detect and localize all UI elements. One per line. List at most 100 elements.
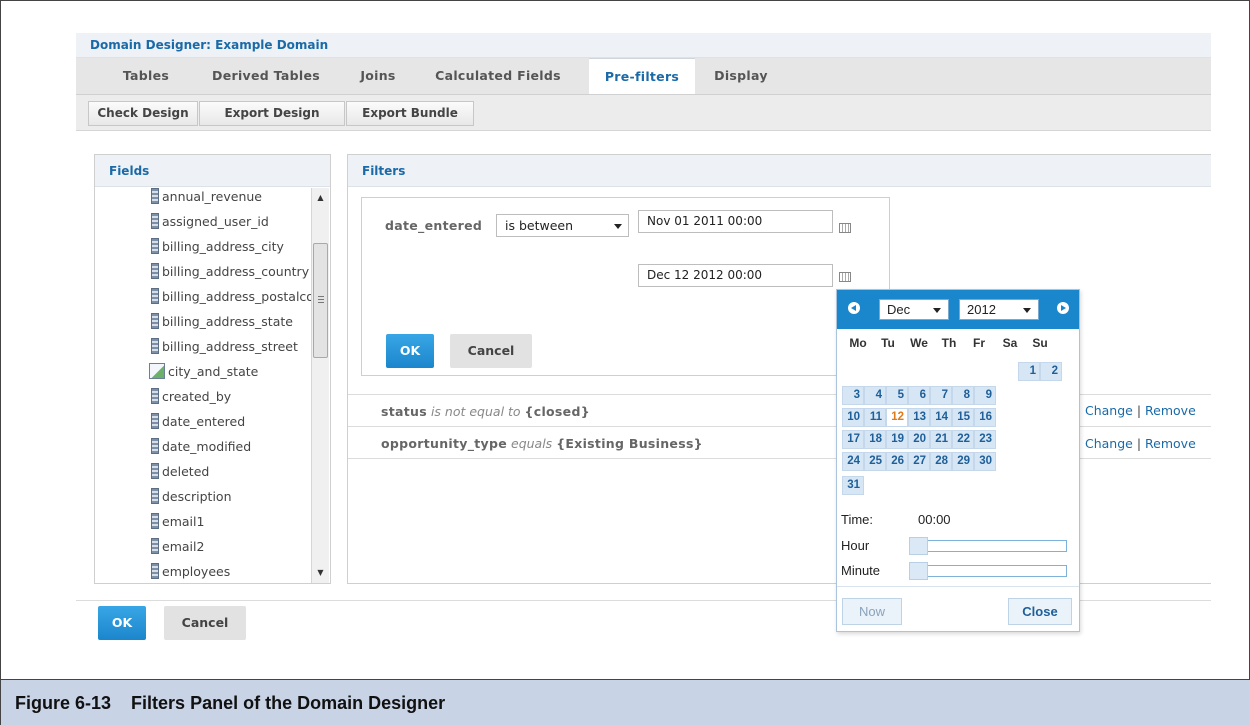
field-icon	[151, 438, 159, 454]
weekday-label: Sa	[1002, 336, 1018, 350]
hour-slider[interactable]	[909, 537, 1067, 555]
calendar-day[interactable]: 18	[864, 430, 886, 449]
calendar-day[interactable]: 4	[864, 386, 886, 405]
calendar-day[interactable]: 10	[842, 408, 864, 427]
end-date-input[interactable]: Dec 12 2012 00:00	[638, 264, 833, 287]
calendar-day[interactable]: 24	[842, 452, 864, 471]
fields-panel-header: Fields	[95, 155, 330, 187]
start-date-input[interactable]: Nov 01 2011 00:00	[638, 210, 833, 233]
calendar-day[interactable]: 31	[842, 476, 864, 495]
field-item[interactable]: billing_address_postalcode	[151, 285, 313, 309]
calendar-day[interactable]: 13	[908, 408, 930, 427]
calendar-header: Dec 2012	[837, 290, 1079, 329]
tab-pre-filters[interactable]: Pre-filters	[589, 58, 695, 94]
figure-number: Figure 6-13	[15, 693, 112, 713]
change-link[interactable]: Change	[1085, 403, 1133, 418]
month-select[interactable]: Dec	[879, 299, 949, 320]
calendar-icon[interactable]	[839, 223, 851, 233]
calendar-day[interactable]: 7	[930, 386, 952, 405]
field-item[interactable]: employees	[151, 560, 313, 583]
tab-joins[interactable]: Joins	[352, 58, 404, 94]
field-item[interactable]: billing_address_street	[151, 335, 313, 359]
next-month-icon[interactable]	[1057, 302, 1069, 314]
tab-display[interactable]: Display	[706, 58, 776, 94]
calendar-day[interactable]: 6	[908, 386, 930, 405]
field-item[interactable]: annual_revenue	[151, 188, 313, 209]
filter-ok-button[interactable]: OK	[386, 334, 434, 368]
remove-link[interactable]: Remove	[1145, 436, 1196, 451]
calendar-day[interactable]: 25	[864, 452, 886, 471]
minute-slider-handle[interactable]	[909, 562, 928, 580]
field-item[interactable]: date_modified	[151, 435, 313, 459]
calendar-day[interactable]: 2	[1040, 362, 1062, 381]
field-item[interactable]: billing_address_city	[151, 235, 313, 259]
filter-cancel-button[interactable]: Cancel	[450, 334, 532, 368]
tab-tables[interactable]: Tables	[106, 58, 186, 94]
chevron-down-icon	[933, 308, 941, 313]
field-item[interactable]: billing_address_country	[151, 260, 313, 284]
calendar-day[interactable]: 17	[842, 430, 864, 449]
scroll-up-arrow-icon[interactable]: ▲	[312, 190, 329, 206]
field-item[interactable]: email1	[151, 510, 313, 534]
field-icon	[151, 263, 159, 279]
calendar-day[interactable]: 26	[886, 452, 908, 471]
field-icon	[151, 313, 159, 329]
dialog-cancel-button[interactable]: Cancel	[164, 606, 246, 640]
change-link[interactable]: Change	[1085, 436, 1133, 451]
field-list-scrollbar[interactable]: ▲ ▼	[311, 188, 329, 583]
weekday-label: Th	[941, 336, 957, 350]
tab-calculated-fields[interactable]: Calculated Fields	[428, 58, 568, 94]
calendar-day[interactable]: 5	[886, 386, 908, 405]
calendar-day[interactable]: 20	[908, 430, 930, 449]
calendar-day[interactable]: 9	[974, 386, 996, 405]
year-select[interactable]: 2012	[959, 299, 1039, 320]
calendar-day[interactable]: 1	[1018, 362, 1040, 381]
scroll-down-arrow-icon[interactable]: ▼	[312, 565, 329, 581]
month-select-value: Dec	[887, 302, 911, 317]
operator-select[interactable]: is between	[496, 214, 629, 237]
field-item[interactable]: deleted	[151, 460, 313, 484]
filter-row-field: opportunity_type	[381, 436, 508, 451]
calendar-day[interactable]: 16	[974, 408, 996, 427]
now-button[interactable]: Now	[842, 598, 902, 625]
field-item[interactable]: created_by	[151, 385, 313, 409]
export-design-button[interactable]: Export Design	[199, 101, 345, 126]
calendar-icon[interactable]	[839, 272, 851, 282]
close-button[interactable]: Close	[1008, 598, 1072, 625]
fields-panel: Fields annual_revenue assigned_user_id b…	[94, 154, 331, 584]
field-icon	[151, 413, 159, 429]
export-bundle-button[interactable]: Export Bundle	[346, 101, 474, 126]
remove-link[interactable]: Remove	[1145, 403, 1196, 418]
calendar-day[interactable]: 3	[842, 386, 864, 405]
calendar-day[interactable]: 14	[930, 408, 952, 427]
field-item[interactable]: assigned_user_id	[151, 210, 313, 234]
scroll-thumb[interactable]	[313, 243, 328, 358]
calendar-day[interactable]: 8	[952, 386, 974, 405]
field-icon	[151, 513, 159, 529]
field-icon	[151, 188, 159, 204]
hour-slider-handle[interactable]	[909, 537, 928, 555]
dialog-ok-button[interactable]: OK	[98, 606, 146, 640]
calendar-day[interactable]: 11	[864, 408, 886, 427]
field-item[interactable]: date_entered	[151, 410, 313, 434]
calendar-day[interactable]: 29	[952, 452, 974, 471]
field-item[interactable]: description	[151, 485, 313, 509]
minute-slider[interactable]	[909, 562, 1067, 580]
calendar-day-selected[interactable]: 12	[886, 408, 908, 427]
calendar-day[interactable]: 23	[974, 430, 996, 449]
field-item[interactable]: billing_address_state	[151, 310, 313, 334]
calendar-day[interactable]: 30	[974, 452, 996, 471]
field-item[interactable]: email2	[151, 535, 313, 559]
calendar-day[interactable]: 15	[952, 408, 974, 427]
prev-month-icon[interactable]	[848, 302, 860, 314]
check-design-button[interactable]: Check Design	[88, 101, 198, 126]
calendar-day[interactable]: 22	[952, 430, 974, 449]
field-icon	[151, 288, 159, 304]
calendar-day[interactable]: 27	[908, 452, 930, 471]
calendar-day[interactable]: 21	[930, 430, 952, 449]
calendar-day[interactable]: 28	[930, 452, 952, 471]
tab-derived-tables[interactable]: Derived Tables	[196, 58, 336, 94]
field-item[interactable]: city_and_state	[149, 360, 311, 384]
filter-row-actions: Change | Remove	[1085, 403, 1196, 418]
calendar-day[interactable]: 19	[886, 430, 908, 449]
